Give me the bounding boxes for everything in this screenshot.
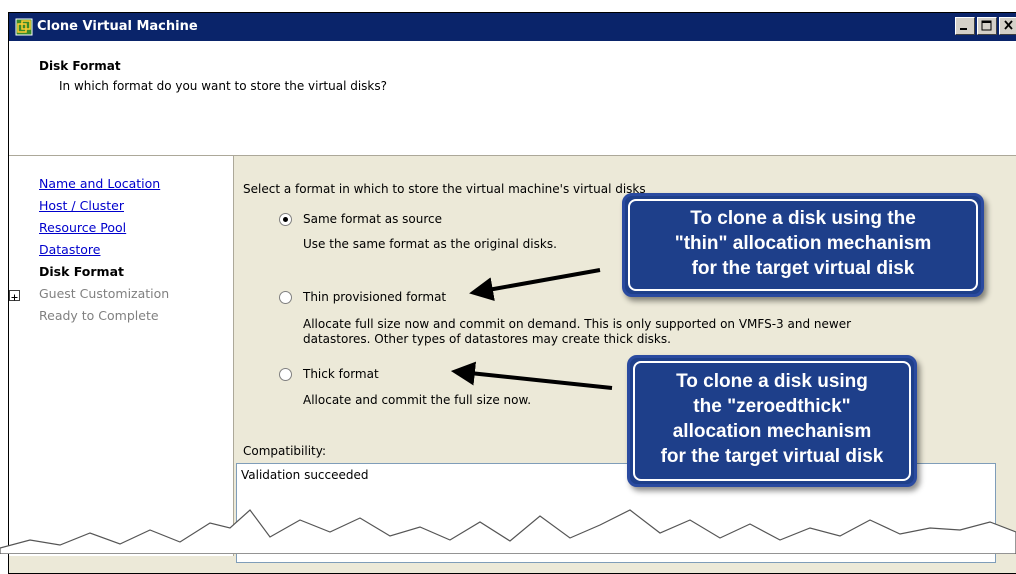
maximize-button[interactable] [977, 17, 997, 35]
nav-item-name-and-location[interactable]: Name and Location [39, 176, 160, 191]
minimize-icon [960, 28, 967, 30]
callout-thick-text: To clone a disk using the "zeroedthick" … [660, 371, 884, 467]
callout-thin: To clone a disk using the "thin" allocat… [622, 193, 984, 297]
nav-item-host-cluster[interactable]: Host / Cluster [39, 198, 124, 213]
radio-thin-provisioned[interactable] [279, 291, 292, 304]
vm-clone-icon [15, 18, 33, 36]
nav-item-guest-customization: Guest Customization [39, 286, 170, 301]
wizard-header: Disk Format In which format do you want … [9, 41, 1016, 156]
maximize-icon [981, 20, 992, 31]
nav-item-disk-format: Disk Format [39, 264, 124, 279]
option-thin-description-line2: datastores. Other types of datastores ma… [303, 332, 671, 346]
callout-thin-text: To clone a disk using the "thin" allocat… [674, 208, 932, 279]
page-subtitle: In which format do you want to store the… [59, 79, 388, 93]
callout-thick: To clone a disk using the "zeroedthick" … [627, 355, 917, 487]
close-icon [1004, 20, 1013, 30]
compatibility-label: Compatibility: [243, 444, 327, 458]
close-button[interactable] [999, 17, 1016, 35]
option-thin-description-line1: Allocate full size now and commit on dem… [303, 317, 852, 331]
nav-item-datastore[interactable]: Datastore [39, 242, 100, 257]
format-instruction: Select a format in which to store the vi… [243, 182, 646, 196]
title-bar[interactable]: Clone Virtual Machine [9, 13, 1016, 41]
minimize-button[interactable] [955, 17, 975, 35]
expand-icon[interactable] [9, 290, 20, 301]
nav-item-resource-pool[interactable]: Resource Pool [39, 220, 126, 235]
option-thin-label[interactable]: Thin provisioned format [303, 290, 446, 304]
nav-item-ready-to-complete: Ready to Complete [39, 308, 159, 323]
wizard-steps-nav: Name and Location Host / Cluster Resourc… [9, 156, 234, 556]
option-same-format-label[interactable]: Same format as source [303, 212, 442, 226]
option-same-format-description: Use the same format as the original disk… [303, 237, 557, 251]
option-thick-label[interactable]: Thick format [303, 367, 379, 381]
option-thick-description: Allocate and commit the full size now. [303, 393, 532, 407]
radio-thick-format[interactable] [279, 368, 292, 381]
page-title: Disk Format [39, 59, 121, 73]
window-title: Clone Virtual Machine [37, 19, 198, 34]
radio-same-format[interactable] [279, 213, 292, 226]
compatibility-status: Validation succeeded [241, 468, 369, 482]
